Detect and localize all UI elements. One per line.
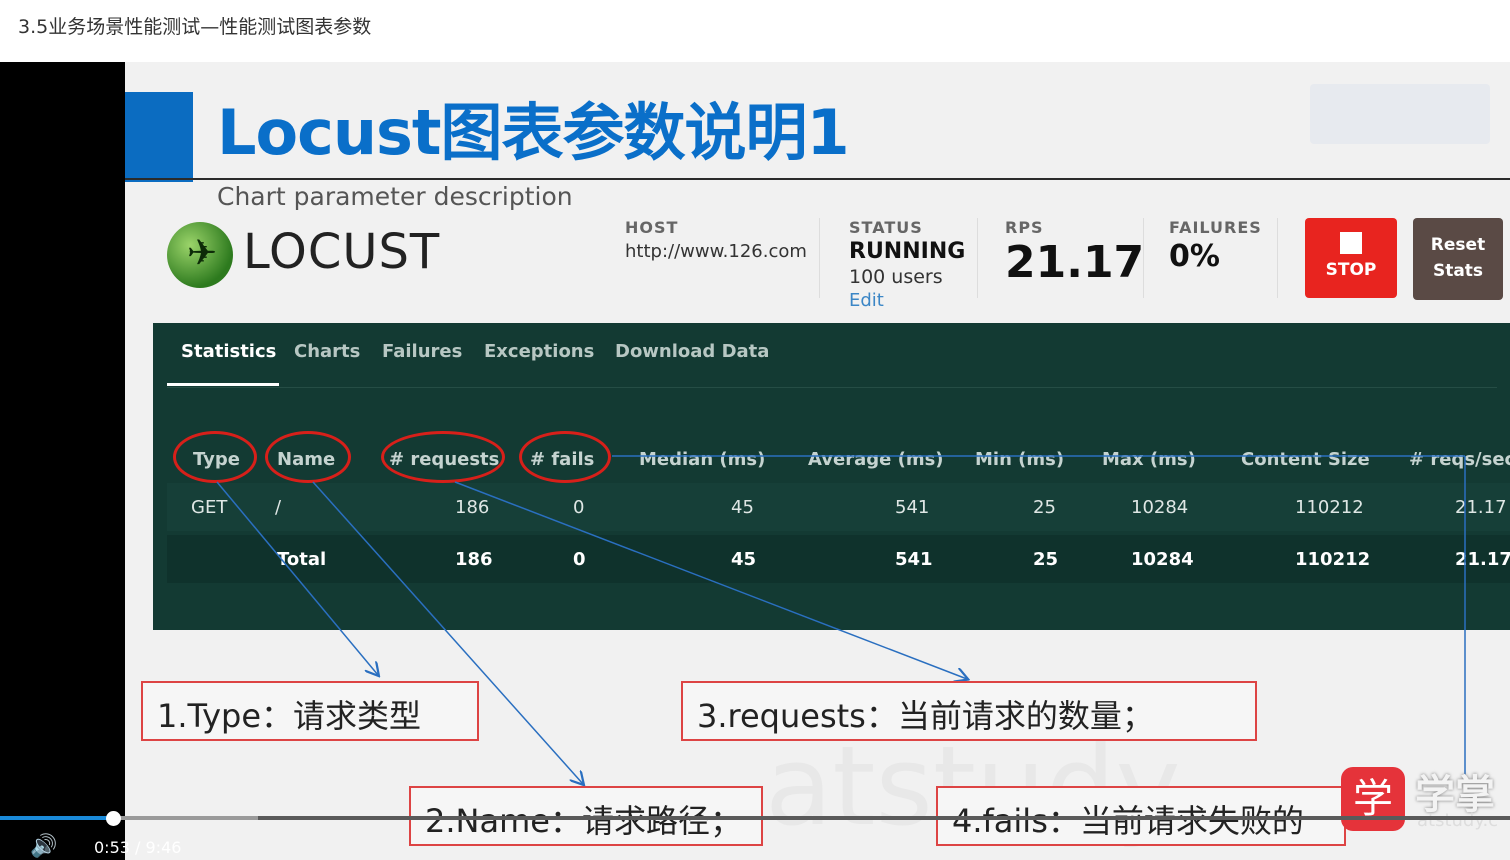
- slide-divider: [125, 178, 1510, 180]
- stop-label: STOP: [1325, 260, 1377, 280]
- cell-requests: 186: [455, 549, 493, 570]
- cell-fails: 0: [573, 497, 585, 518]
- rps-value: 21.17: [1005, 237, 1145, 288]
- edit-link[interactable]: Edit: [849, 290, 965, 311]
- status-label: STATUS: [849, 218, 923, 237]
- cell-median: 45: [731, 549, 757, 570]
- volume-icon[interactable]: 🔊: [30, 834, 57, 859]
- statistics-panel: Statistics Charts Failures Exceptions Do…: [153, 323, 1510, 630]
- cell-average: 541: [895, 497, 930, 518]
- stats-label: Stats: [1432, 261, 1484, 281]
- cell-name: Total: [277, 549, 327, 570]
- failures-label: FAILURES: [1169, 218, 1262, 237]
- cell-min: 25: [1033, 497, 1056, 518]
- page-header: 3.5业务场景性能测试—性能测试图表参数: [0, 0, 1510, 62]
- cell-requests: 186: [455, 497, 490, 518]
- host-stat: HOST http://www.126.com: [625, 218, 807, 262]
- annotation-requests: 3.requests：当前请求的数量；: [681, 681, 1257, 741]
- host-value: http://www.126.com: [625, 241, 807, 262]
- col-max[interactable]: Max (ms): [1102, 449, 1196, 470]
- col-content-size[interactable]: Content Size: [1241, 449, 1370, 470]
- brand-icon: 学: [1341, 767, 1405, 831]
- cell-rps: 21.17: [1455, 549, 1510, 570]
- watermark-logo: [1310, 84, 1490, 144]
- brand-subtext: atstudy.c: [1417, 810, 1499, 831]
- stat-divider: [1143, 218, 1144, 298]
- locust-logo-icon: ✈: [167, 222, 233, 288]
- table-row: GET / 186 0 45 541 25 10284 110212 21.17: [167, 483, 1510, 531]
- stop-icon: [1340, 232, 1362, 254]
- tab-exceptions[interactable]: Exceptions: [484, 341, 594, 362]
- slide-title: Locust图表参数说明1: [217, 96, 850, 169]
- cell-size: 110212: [1295, 497, 1364, 518]
- tab-divider: [167, 387, 1497, 388]
- highlight-ring: [381, 431, 505, 483]
- annotation-type: 1.Type：请求类型: [141, 681, 479, 741]
- failures-stat: FAILURES 0%: [1169, 218, 1262, 274]
- status-value: RUNNING: [849, 239, 966, 264]
- cell-rps: 21.17: [1455, 497, 1507, 518]
- tab-statistics[interactable]: Statistics: [181, 341, 276, 362]
- progress-fill: [0, 816, 114, 820]
- locust-logo-text: LOCUST: [243, 224, 441, 280]
- stat-divider: [1277, 218, 1278, 298]
- slide-accent-bar: [125, 92, 193, 182]
- highlight-ring: [265, 431, 351, 483]
- video-player[interactable]: Locust图表参数说明1 Chart parameter descriptio…: [0, 62, 1510, 860]
- stat-divider: [977, 218, 978, 298]
- highlight-ring: [519, 431, 611, 483]
- active-tab-indicator: [167, 383, 279, 386]
- stat-divider: [819, 218, 820, 298]
- col-min[interactable]: Min (ms): [975, 449, 1064, 470]
- tab-download-data[interactable]: Download Data: [615, 341, 769, 362]
- time-display: 0:53 / 9:46: [94, 838, 182, 857]
- highlight-ring: [173, 431, 257, 483]
- table-row: Total 186 0 45 541 25 10284 110212 21.17: [167, 535, 1510, 583]
- tab-charts[interactable]: Charts: [294, 341, 360, 362]
- col-average[interactable]: Average (ms): [808, 449, 944, 470]
- cell-max: 10284: [1131, 549, 1194, 570]
- users-count: 100 users: [849, 266, 943, 288]
- rps-label: RPS: [1005, 218, 1044, 237]
- failures-value: 0%: [1169, 239, 1220, 274]
- reset-stats-button[interactable]: Reset Stats: [1413, 218, 1503, 300]
- slide: Locust图表参数说明1 Chart parameter descriptio…: [125, 62, 1510, 860]
- slide-subtitle: Chart parameter description: [217, 182, 573, 211]
- status-stat: STATUS RUNNING 100 users Edit: [849, 218, 965, 311]
- cell-size: 110212: [1295, 549, 1371, 570]
- rps-stat: RPS 21.17: [1005, 218, 1144, 288]
- reset-label: Reset: [1430, 235, 1486, 255]
- col-reqs-sec[interactable]: # reqs/sec: [1409, 449, 1510, 470]
- cell-median: 45: [731, 497, 754, 518]
- host-label: HOST: [625, 218, 679, 237]
- page-title: 3.5业务场景性能测试—性能测试图表参数: [18, 16, 372, 38]
- cell-max: 10284: [1131, 497, 1189, 518]
- col-median[interactable]: Median (ms): [639, 449, 765, 470]
- tab-failures[interactable]: Failures: [382, 341, 462, 362]
- stop-button[interactable]: STOP: [1305, 218, 1397, 298]
- cell-fails: 0: [573, 549, 586, 570]
- cell-average: 541: [895, 549, 933, 570]
- progress-handle[interactable]: [106, 811, 122, 826]
- cell-min: 25: [1033, 549, 1059, 570]
- cell-name: /: [275, 497, 282, 518]
- cell-type: GET: [191, 497, 228, 518]
